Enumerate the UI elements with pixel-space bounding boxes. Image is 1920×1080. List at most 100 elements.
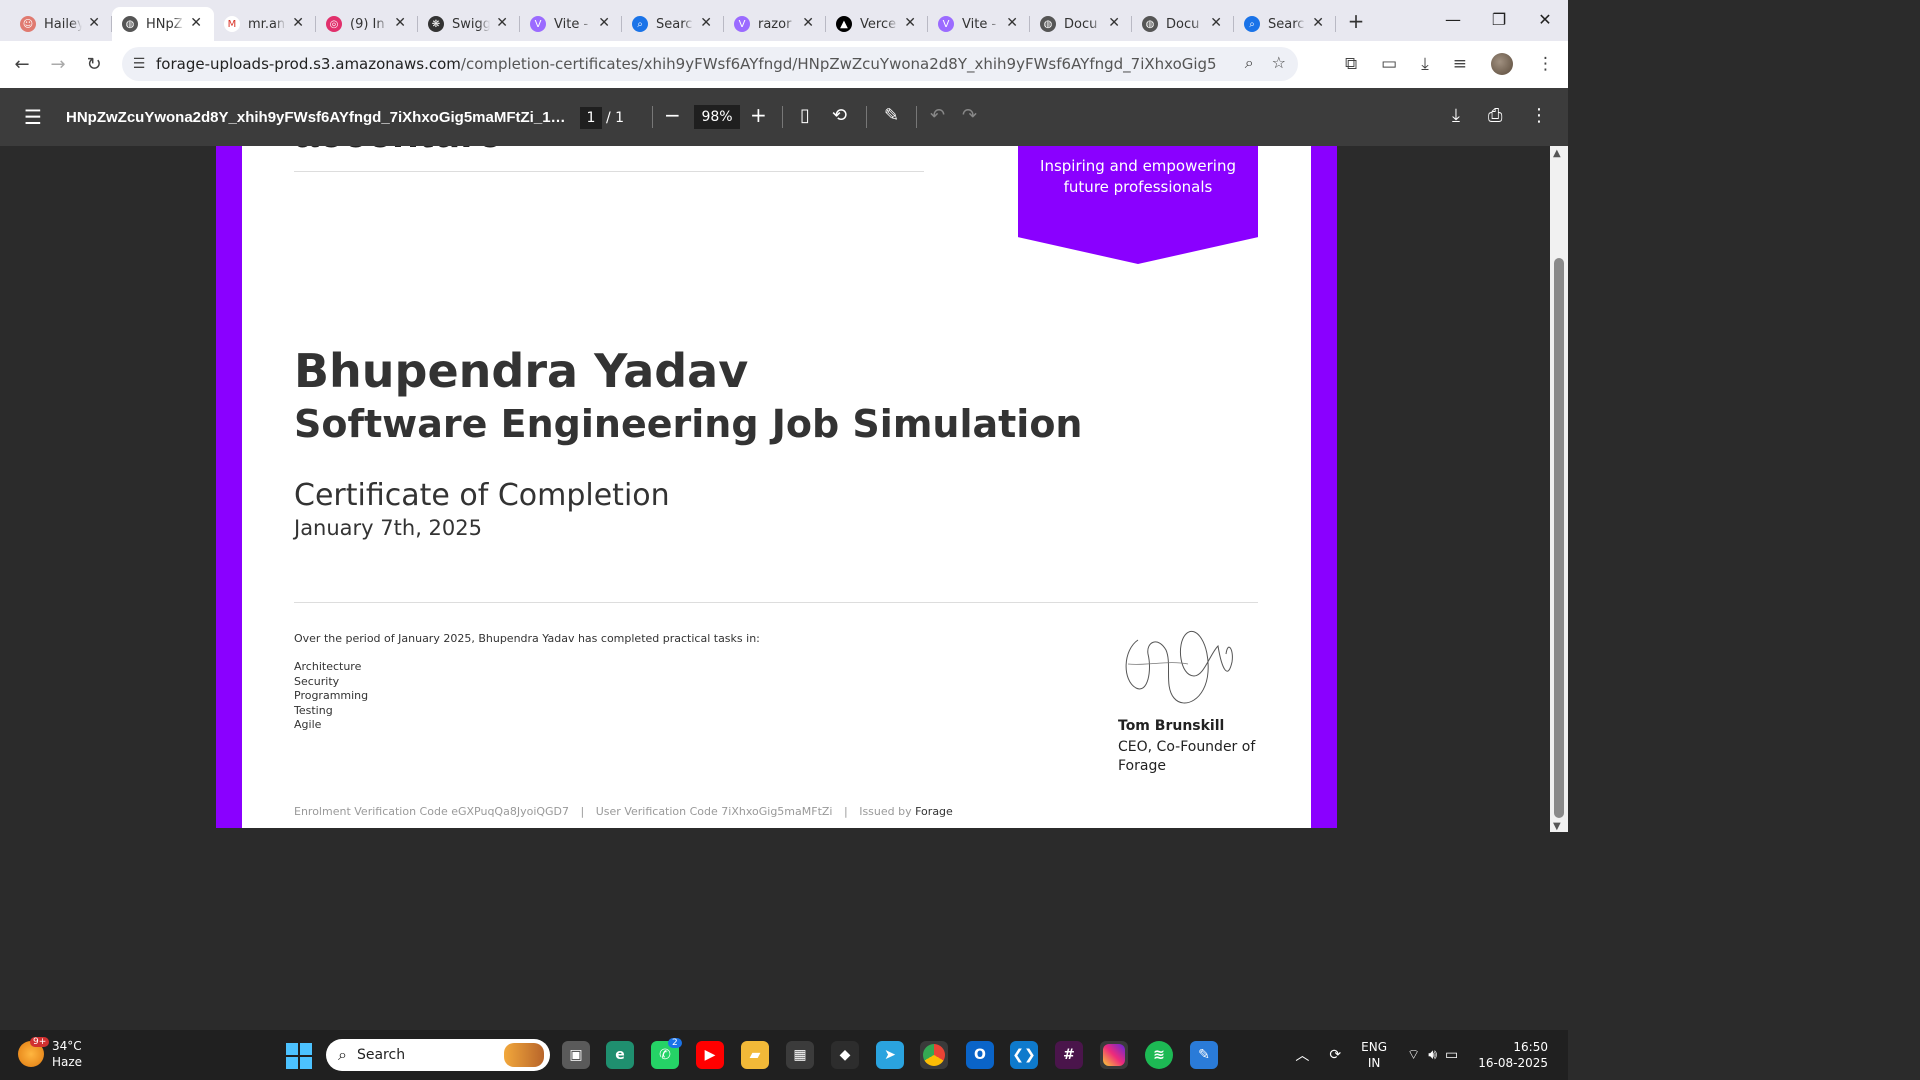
tab-close-icon[interactable]: ✕ [802, 15, 814, 31]
browser-tab[interactable]: ⌕ Searc ✕ [622, 7, 724, 41]
vertical-scrollbar[interactable]: ▲ ▼ [1550, 146, 1568, 832]
spotify-icon[interactable]: ≋ [1145, 1041, 1173, 1069]
rotate-icon[interactable]: ⟲ [832, 105, 847, 126]
bookmark-star-icon[interactable]: ☆ [1272, 53, 1286, 73]
tab-close-icon[interactable]: ✕ [1108, 15, 1120, 31]
search-label: Search [356, 1047, 406, 1063]
pdf-more-icon[interactable]: ⋮ [1530, 105, 1548, 126]
tab-close-icon[interactable]: ✕ [1312, 15, 1324, 31]
url-text[interactable]: forage-uploads-prod.s3.amazonaws.com/com… [156, 55, 1216, 73]
browser-tab[interactable]: ▲ Verce ✕ [826, 7, 928, 41]
start-button[interactable] [286, 1043, 312, 1069]
close-window-button[interactable]: ✕ [1522, 0, 1568, 41]
profile-avatar[interactable] [1491, 53, 1513, 75]
browser-tab[interactable]: ◎ (9) In ✕ [316, 7, 418, 41]
zoom-out-button[interactable]: − [664, 103, 681, 127]
microsoft-store-icon[interactable]: ▦ [786, 1041, 814, 1069]
browser-tab[interactable]: V Vite - ✕ [928, 7, 1030, 41]
paint-icon[interactable]: ✎ [1190, 1041, 1218, 1069]
tray-overflow-chevron-icon[interactable]: ︿ [1295, 1045, 1309, 1065]
sync-icon[interactable]: ⟳ [1329, 1047, 1341, 1063]
issued-by-label: Issued by [859, 805, 912, 818]
browser-tab[interactable]: V Vite - ✕ [520, 7, 622, 41]
zoom-icon[interactable]: ⌕ [1245, 53, 1254, 73]
language-indicator[interactable]: ENG IN [1361, 1039, 1387, 1071]
tab-title: Searc [656, 16, 693, 32]
extensions-icon[interactable]: ⧉ [1345, 54, 1357, 74]
outlook-icon[interactable]: O [966, 1041, 994, 1069]
ribbon-tagline: Inspiring and empowering future professi… [1018, 156, 1258, 198]
instagram-icon[interactable] [1100, 1041, 1128, 1069]
address-bar[interactable]: ☰ forage-uploads-prod.s3.amazonaws.com/c… [122, 47, 1298, 81]
wifi-icon[interactable]: ⌔ [1407, 1046, 1420, 1064]
ribbon-line-2: future professionals [1063, 178, 1213, 196]
tab-title: Hailey [44, 16, 82, 32]
browser-menu-icon[interactable]: ⋮ [1537, 54, 1554, 74]
browser-tab[interactable]: ⌕ Searc ✕ [1234, 7, 1336, 41]
tab-close-icon[interactable]: ✕ [292, 15, 304, 31]
download-icon[interactable]: ⤓ [1421, 54, 1429, 74]
pdf-sidebar-menu-icon[interactable]: ☰ [0, 105, 66, 129]
site-info-icon[interactable]: ☰ [122, 56, 156, 72]
vscode-icon[interactable]: ❮❯ [1010, 1041, 1038, 1069]
zoom-level-input[interactable]: 98% [694, 105, 740, 129]
slack-icon[interactable]: # [1055, 1041, 1083, 1069]
search-icon: ⌕ [338, 1045, 347, 1064]
tab-close-icon[interactable]: ✕ [1006, 15, 1018, 31]
taskbar-search[interactable]: ⌕ Search [326, 1039, 550, 1071]
pdf-viewport[interactable]: accenture Inspiring and empowering futur… [0, 146, 1568, 832]
task-list-item: Security [294, 674, 340, 688]
telegram-icon[interactable]: ➤ [876, 1041, 904, 1069]
redo-icon[interactable]: ↷ [962, 105, 977, 126]
battery-icon[interactable]: ▭ [1445, 1047, 1458, 1063]
tab-title: Docu [1064, 16, 1098, 32]
print-icon[interactable]: ⎙ [1488, 105, 1502, 126]
clock-date: 16-08-2025 [1478, 1056, 1548, 1070]
browser-tab[interactable]: ☺ Hailey ✕ [10, 7, 112, 41]
pdf-download-icon[interactable]: ⤓ [1452, 105, 1460, 126]
pdf-filename: HNpZwZcuYwona2d8Y_xhih9yFWsf6AYfngd_7iXh… [66, 108, 566, 126]
tab-close-icon[interactable]: ✕ [496, 15, 508, 31]
back-button[interactable]: ← [4, 54, 40, 75]
page-number-input[interactable]: 1 [580, 107, 602, 129]
tab-close-icon[interactable]: ✕ [1210, 15, 1222, 31]
browser-tab[interactable]: ◍ Docu ✕ [1030, 7, 1132, 41]
undo-icon[interactable]: ↶ [930, 105, 945, 126]
new-tab-button[interactable]: + [1340, 9, 1372, 33]
browser-tab[interactable]: ◍ HNpZ ✕ [112, 7, 214, 41]
tab-close-icon[interactable]: ✕ [190, 15, 202, 31]
chrome-icon[interactable] [920, 1041, 948, 1069]
minimize-button[interactable]: — [1430, 0, 1476, 41]
task-view-icon[interactable]: ▣ [562, 1041, 590, 1069]
git-icon[interactable]: ◆ [831, 1041, 859, 1069]
fit-page-icon[interactable]: ▯ [800, 105, 810, 126]
weather-widget[interactable]: 9+ 34°C Haze [18, 1037, 82, 1070]
volume-icon[interactable]: 🔊︎ [1428, 1047, 1437, 1063]
tab-close-icon[interactable]: ✕ [700, 15, 712, 31]
scroll-up-arrow[interactable]: ▲ [1553, 148, 1561, 159]
cast-icon[interactable]: ▭ [1381, 54, 1397, 74]
search-highlight-image [504, 1043, 544, 1067]
browser-tab[interactable]: ❋ Swigg ✕ [418, 7, 520, 41]
tab-close-icon[interactable]: ✕ [904, 15, 916, 31]
media-control-icon[interactable]: ≡ [1453, 54, 1467, 74]
edge-icon[interactable]: e [606, 1041, 634, 1069]
browser-tab[interactable]: ◍ Docu ✕ [1132, 7, 1234, 41]
browser-tab[interactable]: Mmr.an ✕ [214, 7, 316, 41]
file-explorer-icon[interactable]: ▰ [741, 1041, 769, 1069]
browser-tab[interactable]: Vrazor ✕ [724, 7, 826, 41]
scroll-down-arrow[interactable]: ▼ [1553, 821, 1561, 832]
scroll-thumb[interactable] [1554, 258, 1564, 818]
restore-button[interactable]: ❐ [1476, 0, 1522, 41]
tab-favicon-icon: ⌕ [1244, 16, 1260, 32]
youtube-icon[interactable]: ▶ [696, 1041, 724, 1069]
forward-button[interactable]: → [40, 54, 76, 75]
tab-close-icon[interactable]: ✕ [394, 15, 406, 31]
annotate-pen-icon[interactable]: ✎ [884, 105, 899, 126]
zoom-in-button[interactable]: + [750, 103, 767, 127]
tab-close-icon[interactable]: ✕ [598, 15, 610, 31]
reload-button[interactable]: ↻ [76, 54, 112, 75]
tab-favicon-icon: ◍ [1142, 16, 1158, 32]
tab-close-icon[interactable]: ✕ [88, 15, 100, 31]
clock[interactable]: 16:50 16-08-2025 [1478, 1039, 1548, 1071]
